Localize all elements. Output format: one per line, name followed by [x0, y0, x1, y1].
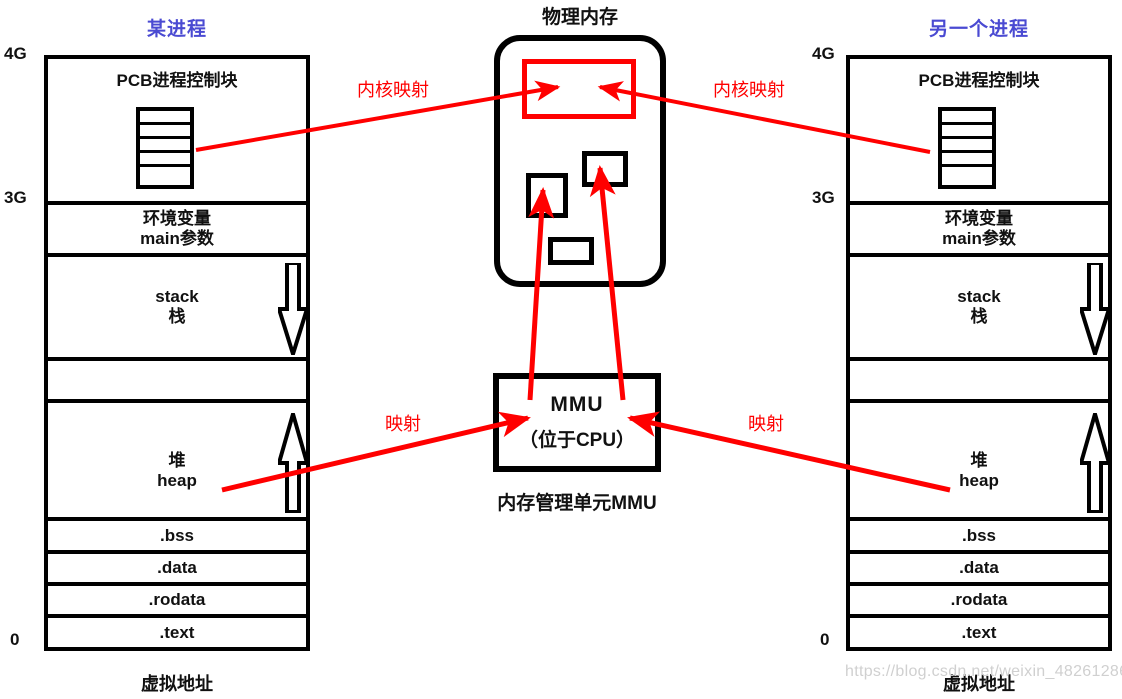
left-segment-env-label: 环境变量 main参数	[140, 209, 214, 248]
kernel-map-label-left: 内核映射	[357, 80, 429, 100]
right-addr-0: 0	[820, 630, 830, 649]
left-memory-map: PCB进程控制块 环境变量 main参数 stack 栈 堆 heap .bss…	[44, 55, 310, 651]
right-segment-heap: 堆 heap	[850, 403, 1110, 521]
left-process-title: 某进程	[146, 19, 207, 40]
right-stack-grow-down-arrow	[1080, 263, 1110, 355]
right-segment-env-label: 环境变量 main参数	[942, 209, 1016, 248]
right-segment-rodata-label: .rodata	[950, 590, 1008, 610]
left-segment-pcb: PCB进程控制块	[48, 59, 306, 205]
left-segment-heap-label: 堆 heap	[157, 451, 197, 490]
right-segment-pcb-label: PCB进程控制块	[918, 71, 1040, 90]
left-segment-data-label: .data	[157, 558, 197, 578]
right-segment-bss-label: .bss	[961, 525, 997, 545]
left-segment-gap	[48, 361, 306, 403]
map-label-left: 映射	[385, 414, 421, 434]
left-addr-4g: 4G	[4, 44, 27, 63]
right-segment-bss: .bss	[850, 521, 1108, 554]
left-segment-rodata: .rodata	[48, 586, 306, 618]
mmu-box: MMU （位于CPU）	[493, 373, 661, 472]
left-segment-bss-label: .bss	[159, 525, 195, 545]
physical-kernel-region	[522, 59, 636, 119]
diagram-canvas: 某进程 4G 3G 0 PCB进程控制块 环境变量 main参数 stack 栈	[0, 0, 1122, 699]
left-segment-rodata-label: .rodata	[148, 590, 206, 610]
right-segment-heap-label: 堆 heap	[959, 451, 999, 490]
watermark-text: https://blog.csdn.net/weixin_48261286	[845, 663, 1122, 680]
left-stack-grow-down-arrow	[278, 263, 308, 355]
mmu-title: MMU	[550, 393, 604, 416]
left-segment-text-label: .text	[159, 622, 195, 642]
right-process-title: 另一个进程	[928, 19, 1029, 40]
right-segment-stack: stack 栈	[850, 257, 1110, 361]
right-segment-rodata: .rodata	[850, 586, 1108, 618]
kernel-map-label-right: 内核映射	[713, 80, 785, 100]
right-segment-text: .text	[850, 618, 1108, 647]
mmu-subtitle: （位于CPU）	[518, 430, 636, 451]
left-segment-heap: 堆 heap	[48, 403, 308, 521]
right-segment-env: 环境变量 main参数	[850, 205, 1108, 257]
left-segment-pcb-label: PCB进程控制块	[116, 71, 238, 90]
left-segment-bss: .bss	[48, 521, 306, 554]
left-addr-0: 0	[10, 630, 20, 649]
right-segment-gap	[850, 361, 1108, 403]
right-pcb-table-icon	[938, 107, 996, 189]
right-segment-pcb: PCB进程控制块	[850, 59, 1108, 205]
physical-frame-c	[548, 237, 594, 265]
physical-memory-title: 物理内存	[541, 7, 618, 28]
right-segment-data-label: .data	[959, 558, 999, 578]
physical-frame-a	[526, 173, 568, 218]
left-segment-text: .text	[48, 618, 306, 647]
left-segment-stack: stack 栈	[48, 257, 308, 361]
left-process-footer: 虚拟地址	[141, 674, 213, 694]
map-label-right: 映射	[748, 414, 784, 434]
right-memory-map: PCB进程控制块 环境变量 main参数 stack 栈 堆 heap .bss…	[846, 55, 1112, 651]
left-segment-data: .data	[48, 554, 306, 586]
right-addr-3g: 3G	[812, 188, 835, 207]
mmu-caption: 内存管理单元MMU	[497, 493, 657, 514]
right-segment-text-label: .text	[961, 622, 997, 642]
physical-memory-container	[494, 35, 666, 287]
left-segment-stack-label: stack 栈	[155, 287, 199, 326]
left-segment-env: 环境变量 main参数	[48, 205, 306, 257]
right-addr-4g: 4G	[812, 44, 835, 63]
left-addr-3g: 3G	[4, 188, 27, 207]
physical-frame-b	[582, 151, 628, 187]
left-pcb-table-icon	[136, 107, 194, 189]
right-heap-grow-up-arrow	[1080, 413, 1110, 513]
left-heap-grow-up-arrow	[278, 413, 308, 513]
right-segment-data: .data	[850, 554, 1108, 586]
right-segment-stack-label: stack 栈	[957, 287, 1001, 326]
